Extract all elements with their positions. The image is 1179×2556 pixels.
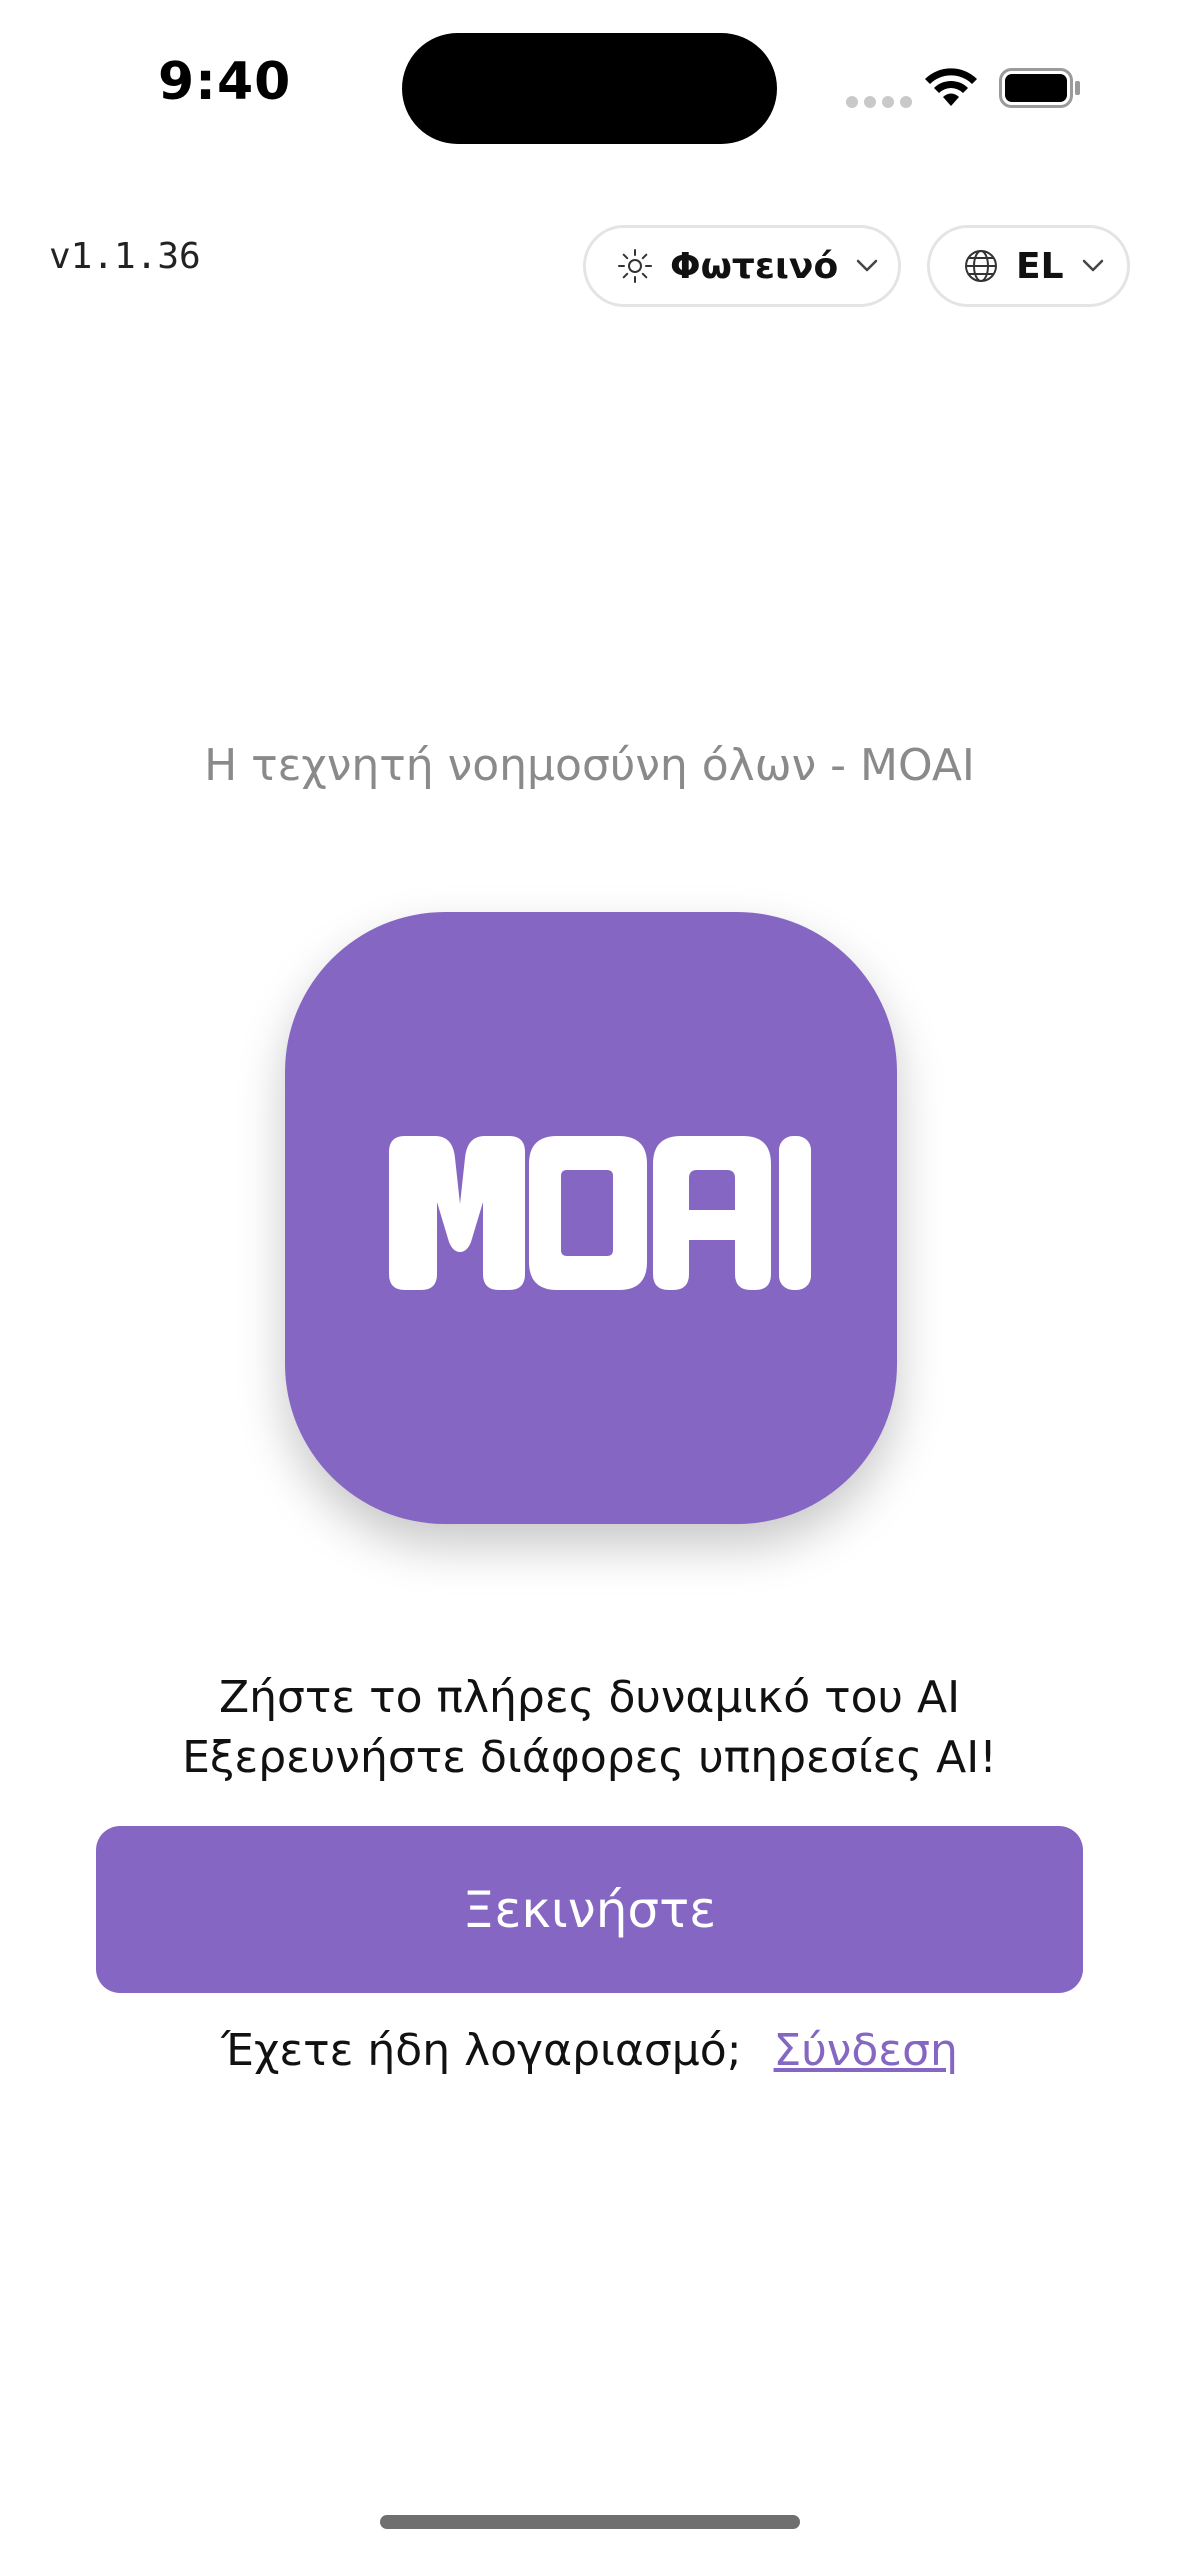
theme-label: Φωτεινό bbox=[670, 245, 839, 287]
chevron-down-icon bbox=[1082, 259, 1103, 272]
app-version: v1.1.36 bbox=[49, 236, 201, 277]
login-prompt: Έχετε ήδη λογαριασμό; bbox=[221, 2025, 742, 2076]
globe-icon bbox=[965, 250, 997, 282]
status-bar: 9:40 bbox=[0, 0, 1179, 170]
language-label: EL bbox=[1016, 245, 1064, 287]
sun-icon bbox=[618, 249, 652, 283]
cellular-signal-icon bbox=[846, 96, 912, 108]
tagline: Η τεχνητή νοημοσύνη όλων - MOAI bbox=[204, 740, 975, 791]
language-selector[interactable]: EL bbox=[927, 225, 1130, 307]
login-link[interactable]: Σύνδεση bbox=[774, 2025, 958, 2076]
theme-selector[interactable]: Φωτεινό bbox=[583, 225, 901, 307]
dynamic-island bbox=[402, 33, 777, 144]
status-time: 9:40 bbox=[158, 52, 292, 112]
start-button[interactable]: Ξεκινήστε bbox=[96, 1826, 1083, 1993]
chevron-down-icon bbox=[856, 259, 878, 272]
moai-logo-mark bbox=[389, 1136, 811, 1290]
battery-icon bbox=[999, 68, 1080, 108]
intro-line-1: Ζήστε το πλήρες δυναμικό του AI bbox=[218, 1672, 961, 1723]
wifi-icon bbox=[925, 68, 977, 106]
home-indicator[interactable] bbox=[380, 2515, 800, 2529]
moai-logo bbox=[285, 912, 897, 1524]
intro-line-2: Εξερευνήστε διάφορες υπηρεσίες AI! bbox=[182, 1732, 997, 1783]
login-row: Έχετε ήδη λογαριασμό; Σύνδεση bbox=[0, 2025, 1179, 2076]
